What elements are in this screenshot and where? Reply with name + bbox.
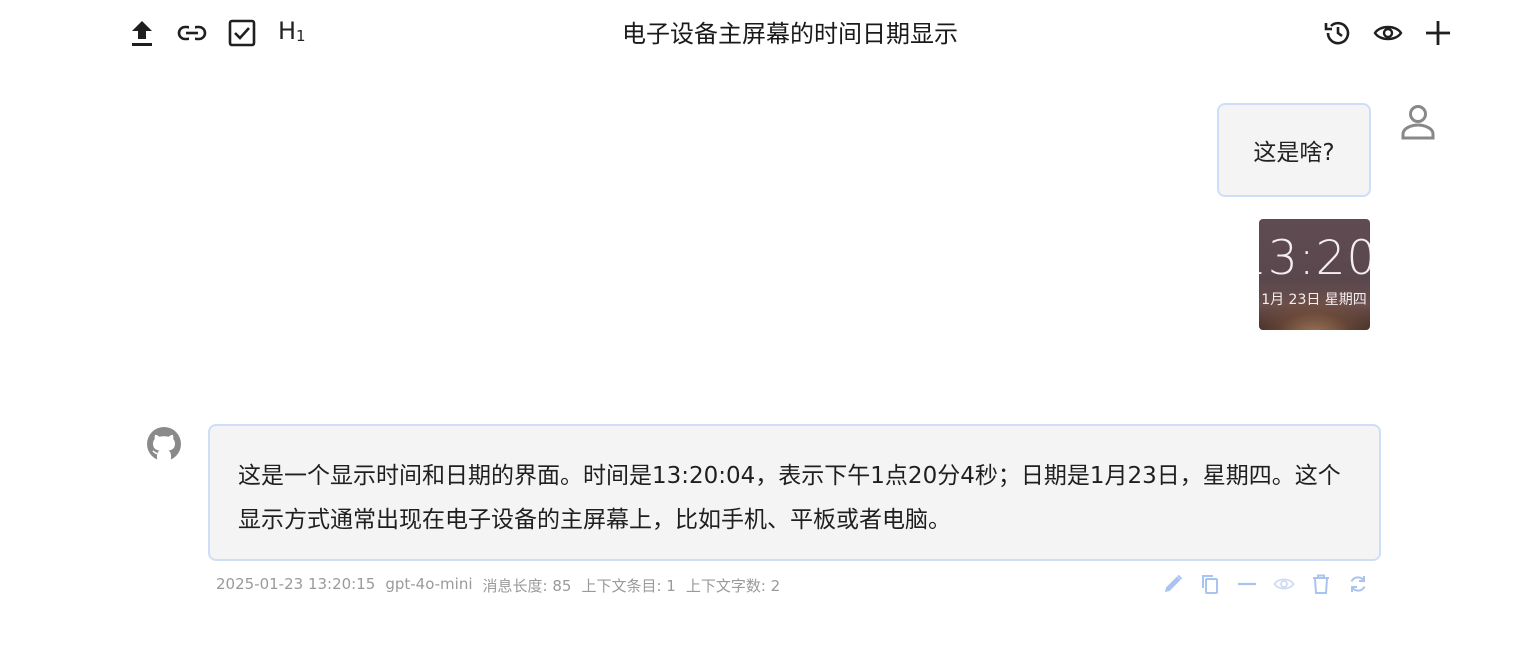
collapse-button[interactable] [1236,573,1258,595]
context-items: 上下文条目: 1 [581,577,676,595]
message-meta: 2025-01-23 13:20:15 gpt-4o-mini 消息长度: 85… [216,575,780,596]
delete-icon [1313,574,1329,594]
page-title: 电子设备主屏幕的时间日期显示 [622,20,958,48]
edit-button[interactable] [1162,573,1184,595]
message-actions [1162,573,1369,595]
history-icon [1324,21,1350,45]
new-chat-button[interactable] [1422,17,1454,49]
edit-icon [1165,574,1183,592]
github-icon [147,427,181,462]
delete-button[interactable] [1310,573,1332,595]
user-message-bubble: 这是啥? [1217,103,1371,197]
regenerate-button[interactable] [1347,573,1369,595]
chat-page: H1 电子设备主屏幕的时间日期显示 这是啥? 3:20 1月 23日 星期四 这… [0,0,1513,649]
regenerate-icon [1350,576,1366,592]
assistant-message-bubble: 这是一个显示时间和日期的界面。时间是13:20:04，表示下午1点20分4秒；日… [208,424,1381,561]
context-chars: 上下文字数: 2 [685,577,781,595]
attached-image[interactable]: 13:20:04 1月 23日 星期四 [1259,219,1370,330]
preview-button[interactable] [1372,17,1404,49]
copy-button[interactable] [1199,573,1221,595]
message-model: gpt-4o-mini [385,575,473,593]
user-message-text: 这是啥? [1253,140,1335,166]
user-avatar-icon [1401,105,1435,140]
copy-icon [1202,575,1218,594]
message-length: 消息长度: 85 [482,577,572,595]
image-date-text: 1月 23日 星期四 [1261,292,1367,308]
toolbar-right [1322,17,1454,49]
view-button[interactable] [1273,573,1295,595]
assistant-message-text: 这是一个显示时间和日期的界面。时间是13:20:04，表示下午1点20分4秒；日… [238,463,1341,533]
eye-icon [1273,578,1295,590]
eye-icon [1373,25,1403,41]
minus-icon [1238,582,1256,586]
history-button[interactable] [1322,17,1354,49]
message-timestamp: 2025-01-23 13:20:15 [216,575,376,593]
plus-icon [1426,21,1450,45]
image-time-text: 13:20:04 [1259,231,1370,286]
